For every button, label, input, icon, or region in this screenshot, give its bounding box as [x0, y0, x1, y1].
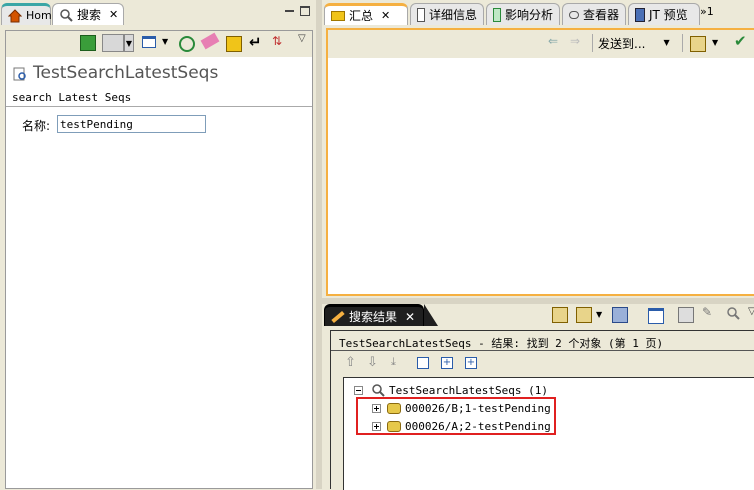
tab-jt-preview[interactable]: JT 预览	[628, 3, 700, 25]
edit-icon[interactable]: ✎	[702, 305, 712, 319]
toolbar-divider	[592, 34, 593, 52]
summary-panel: ⇐ ⇒ 发送到... ▼ ▼ ✔	[326, 28, 754, 296]
chevron-down-icon[interactable]: ▼	[124, 34, 134, 52]
results-pane: 搜索结果 ✕ ▼ ✎ ▽ TestSearchLatestSeqs - 结果: …	[322, 304, 754, 490]
search-toolbar: ▼ ▼ ↵ ⇅ ▽	[6, 31, 312, 57]
chevron-down-icon: ▼	[663, 38, 670, 47]
close-icon[interactable]: ✕	[405, 310, 415, 324]
tab-search-results[interactable]: 搜索结果 ✕	[324, 304, 424, 326]
close-icon[interactable]: ✕	[109, 8, 118, 21]
document-icon	[417, 7, 425, 22]
window-icon[interactable]	[142, 36, 156, 48]
eraser-icon[interactable]	[200, 32, 220, 50]
filter-options-icon[interactable]	[576, 307, 592, 323]
table-view-icon[interactable]	[648, 308, 664, 324]
query-description: search Latest Seqs	[6, 89, 312, 107]
tab-home[interactable]: Home	[1, 3, 58, 25]
print-icon[interactable]	[678, 307, 694, 323]
home-icon	[7, 8, 23, 23]
tab-impact-label: 影响分析	[504, 8, 553, 22]
name-label: 名称:	[22, 119, 51, 133]
folder-icon	[331, 10, 345, 21]
tab-viewer-label: 查看器	[582, 8, 619, 22]
copy-icon[interactable]	[690, 36, 706, 52]
query-subtitle: search Latest Seqs	[12, 91, 132, 104]
highlight-box	[356, 397, 556, 435]
sort-icon[interactable]: ⇅	[272, 34, 282, 48]
tab-viewer[interactable]: 查看器	[562, 3, 626, 25]
results-summary: TestSearchLatestSeqs - 结果: 找到 2 个对象 (第 1…	[339, 337, 664, 350]
check-icon[interactable]: ✔	[734, 32, 747, 50]
send-to-label: 发送到...	[598, 37, 646, 51]
tab-summary[interactable]: 汇总 ✕	[324, 3, 408, 25]
tab-details-label: 详细信息	[428, 8, 477, 22]
forward-arrow-icon[interactable]: ⇒	[570, 34, 580, 48]
expand-all-icon[interactable]: +	[465, 357, 477, 369]
search-icon	[59, 8, 73, 22]
enter-icon[interactable]: ↵	[249, 33, 262, 51]
filter-icon[interactable]	[552, 307, 568, 323]
search-panel: ▼ ▼ ↵ ⇅ ▽ TestSearchLatestSeqs search La…	[5, 30, 313, 489]
query-icon	[13, 67, 27, 81]
tab-impact-analysis[interactable]: 影响分析	[486, 3, 560, 25]
toolbar-divider	[682, 34, 683, 52]
collapse-all-icon[interactable]	[417, 357, 429, 369]
pencil-icon	[331, 310, 345, 323]
results-tab-slant	[424, 304, 438, 326]
run-search-icon[interactable]	[80, 35, 96, 51]
glasses-icon	[569, 10, 579, 19]
tab-search-label: 搜索	[77, 8, 102, 22]
summary-underline	[331, 350, 754, 351]
minimize-icon[interactable]	[285, 10, 294, 12]
chevron-down-icon[interactable]: ▼	[162, 37, 168, 46]
chevron-down-icon[interactable]: ▼	[712, 38, 718, 47]
search-options-icon[interactable]	[102, 34, 124, 52]
close-icon[interactable]: ✕	[381, 9, 390, 22]
details-pane: 汇总 ✕ 详细信息 影响分析 查看器 JT 预览 »1 ⇐ ⇒ 发送到... ▼…	[322, 0, 754, 298]
left-pane: Home 搜索 ✕ ▼ ▼ ↵ ⇅ ▽ TestSearchLatestSeqs	[0, 0, 316, 489]
move-down-icon[interactable]: ⇩	[367, 355, 378, 370]
move-bottom-icon[interactable]: ⤓	[391, 355, 396, 369]
search-icon	[371, 383, 385, 397]
chevron-down-icon[interactable]: ▼	[596, 310, 602, 319]
collapse-toggle-icon[interactable]	[354, 385, 363, 395]
maximize-icon[interactable]	[300, 6, 310, 16]
tree-root-row[interactable]: TestSearchLatestSeqs (1)	[354, 382, 548, 398]
move-up-icon[interactable]: ⇧	[345, 355, 356, 370]
tab-summary-label: 汇总	[349, 9, 374, 23]
name-field[interactable]	[57, 115, 206, 133]
send-to-menu[interactable]: 发送到... ▼	[598, 35, 670, 52]
tab-results-label: 搜索结果	[349, 310, 398, 324]
view-menu-icon[interactable]: ▽	[748, 306, 754, 317]
refresh-icon[interactable]	[179, 36, 195, 52]
search-icon[interactable]	[726, 306, 740, 320]
summary-toolbar: ⇐ ⇒ 发送到... ▼ ▼ ✔	[328, 30, 754, 58]
more-tabs-button[interactable]: »1	[700, 5, 714, 18]
export-icon[interactable]	[612, 307, 628, 323]
back-arrow-icon[interactable]: ⇐	[548, 34, 558, 48]
tree-root-label: TestSearchLatestSeqs (1)	[389, 383, 548, 397]
page-title: TestSearchLatestSeqs	[33, 63, 219, 83]
jt-icon	[635, 7, 645, 22]
download-icon	[493, 7, 501, 22]
tab-search[interactable]: 搜索 ✕	[52, 3, 124, 25]
save-icon[interactable]	[226, 36, 242, 52]
expand-icon[interactable]: +	[441, 357, 453, 369]
tab-jt-label: JT 预览	[649, 8, 688, 22]
tab-details[interactable]: 详细信息	[410, 3, 484, 25]
view-menu-icon[interactable]: ▽	[298, 33, 306, 44]
